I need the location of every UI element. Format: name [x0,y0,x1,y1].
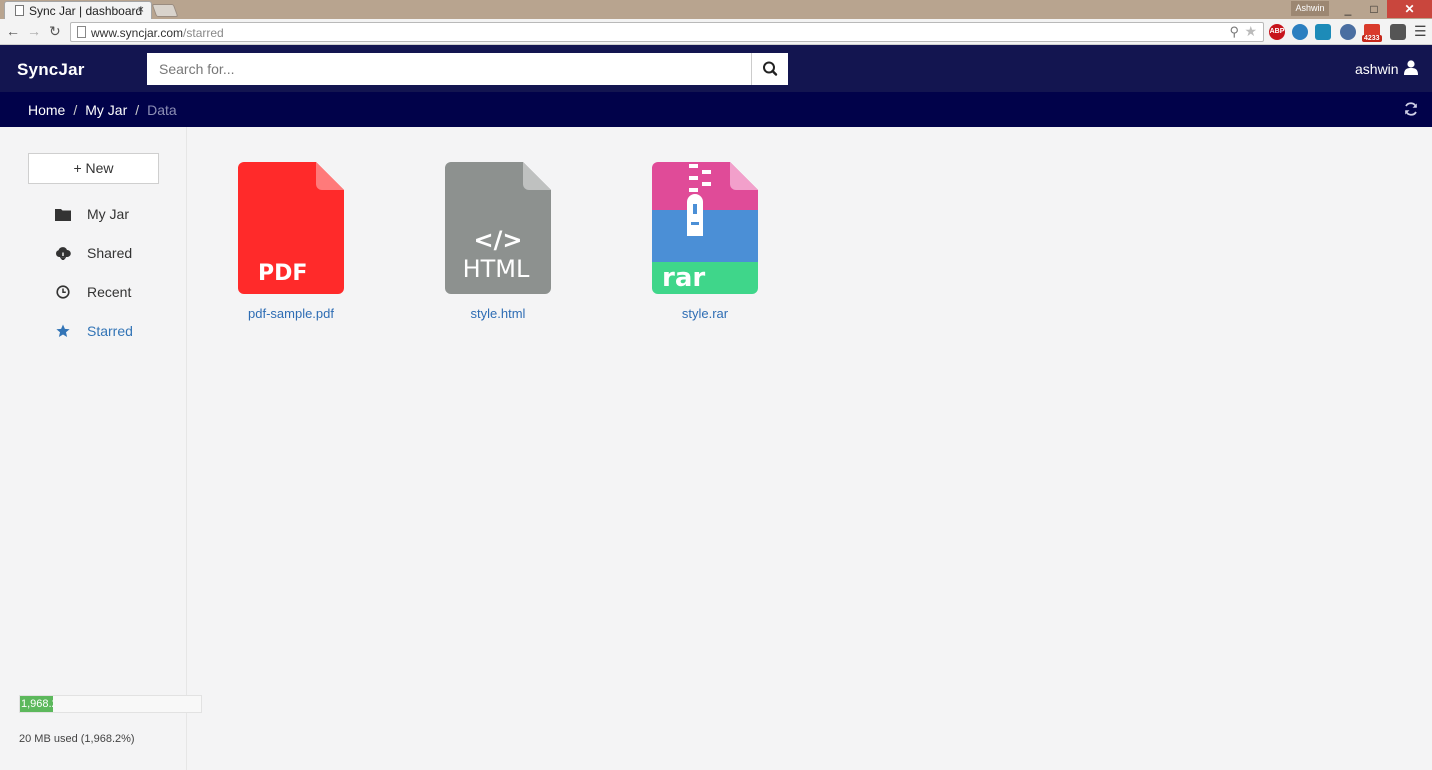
sidebar-item-starred[interactable]: Starred [54,321,133,341]
new-button[interactable]: + New [28,153,159,184]
breadcrumb: Home / My Jar / Data [28,102,177,118]
breadcrumb-my-jar[interactable]: My Jar [85,102,127,118]
address-bar[interactable]: www.syncjar.com/starred ⚲ ★ [70,22,1264,42]
sidebar-item-label: Shared [87,245,133,261]
file-item-rar[interactable]: rar style.rar [640,162,770,321]
zoom-icon[interactable]: ⚲ [1229,24,1239,40]
file-name[interactable]: style.rar [640,306,770,321]
maximize-button[interactable]: □ [1361,0,1387,18]
cloud-share-icon [54,245,72,261]
reload-icon[interactable]: ↻ [49,23,61,39]
tab-title: Sync Jar | dashboard [29,3,143,18]
browser-titlebar: Sync Jar | dashboard × Ashwin _ □ ✕ [0,0,1432,19]
search-icon [763,61,778,76]
breadcrumb-separator: / [135,102,140,118]
k-extension-icon[interactable] [1315,24,1331,40]
globe-extension-icon[interactable] [1292,24,1308,40]
file-item-pdf[interactable]: PDF pdf-sample.pdf [226,162,356,321]
new-tab-button[interactable] [151,4,179,17]
sidebar-item-label: Recent [87,284,132,300]
eyedropper-extension-icon[interactable] [1390,24,1406,40]
sidebar-item-label: Starred [87,323,133,339]
search-button[interactable] [751,53,788,85]
sidebar-item-label: My Jar [87,206,129,222]
file-name[interactable]: style.html [433,306,563,321]
sidebar-item-my-jar[interactable]: My Jar [54,204,129,224]
pdf-file-icon: PDF [238,162,344,294]
sidebar-item-shared[interactable]: Shared [54,243,132,263]
app-header: SyncJar ashwin [0,45,1432,92]
username[interactable]: ashwin [1355,61,1399,77]
browser-tab[interactable]: Sync Jar | dashboard × [4,1,152,19]
folder-icon [54,206,72,222]
sidebar: + New My Jar Shared Recent Starred 1,968… [0,127,202,770]
breadcrumb-home[interactable]: Home [28,102,65,118]
page-icon [15,5,24,16]
file-item-html[interactable]: </> HTML style.html [433,162,563,321]
rar-file-icon: rar [652,162,758,294]
storage-usage-bar: 1,968.2% [19,695,202,713]
tab-close-button[interactable]: × [138,4,144,16]
star-icon [54,323,72,339]
user-icon[interactable] [1404,60,1418,75]
mail-count-badge: 4233 [1362,35,1382,42]
page-info-icon [77,26,86,38]
back-arrow-icon[interactable]: ← [6,23,20,39]
close-window-button[interactable]: ✕ [1387,0,1432,18]
url-text: www.syncjar.com/starred [91,26,224,40]
refresh-icon[interactable] [1403,101,1419,117]
profile-badge[interactable]: Ashwin [1291,1,1329,16]
html-code-glyph: </> [474,226,523,254]
html-badge-text: HTML [463,255,530,283]
storage-usage-fill: 1,968.2% [20,696,54,712]
breadcrumb-bar: Home / My Jar / Data [0,92,1432,127]
forward-arrow-icon[interactable]: → [27,23,41,39]
search-input[interactable] [147,53,752,85]
url-path: /starred [183,26,224,40]
clock-icon [54,284,72,300]
rar-badge-text: rar [662,263,705,293]
file-name[interactable]: pdf-sample.pdf [226,306,356,321]
browser-toolbar: ← → ↻ www.syncjar.com/starred ⚲ ★ ABP 42… [0,19,1432,45]
breadcrumb-separator: / [73,102,78,118]
sidebar-item-recent[interactable]: Recent [54,282,131,302]
storage-usage-text: 20 MB used (1,968.2%) [19,733,135,745]
adblock-extension-icon[interactable]: ABP [1269,24,1285,40]
html-file-icon: </> HTML [445,162,551,294]
pdf-badge-text: PDF [258,261,307,286]
bookmark-star-icon[interactable]: ★ [1244,23,1257,40]
minimize-button[interactable]: _ [1335,0,1361,18]
link-extension-icon[interactable] [1340,24,1356,40]
url-host: www.syncjar.com [91,26,184,40]
breadcrumb-current: Data [147,102,177,118]
syncjar-logo[interactable]: SyncJar [17,60,85,80]
browser-menu-icon[interactable]: ☰ [1414,23,1427,40]
